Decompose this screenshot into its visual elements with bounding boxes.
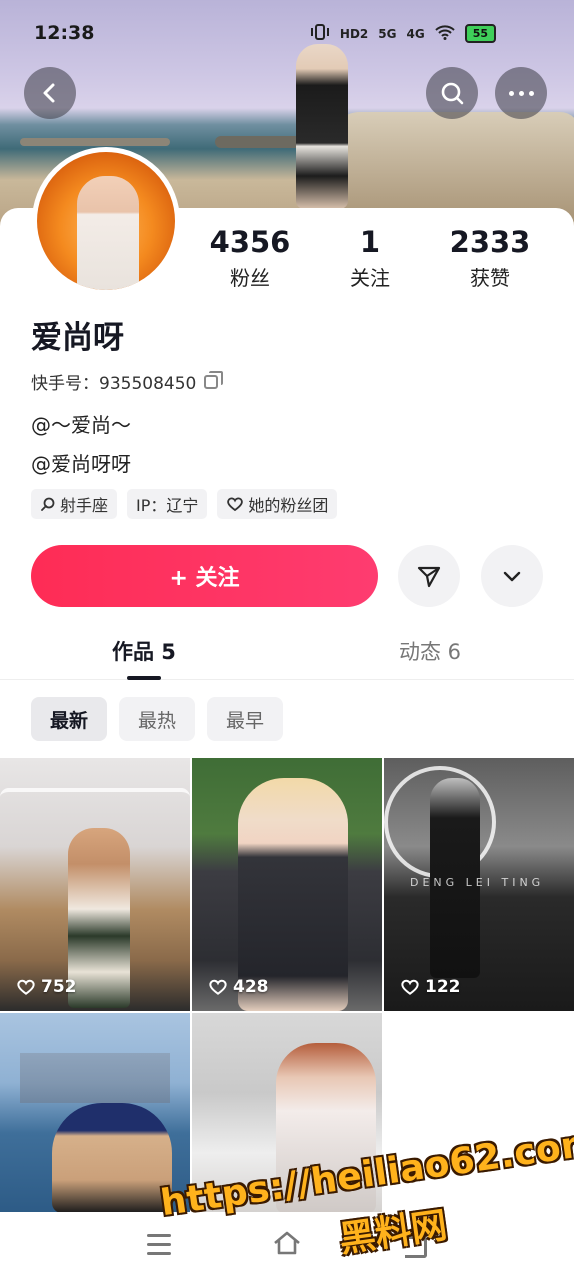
avatar-person bbox=[77, 176, 139, 290]
search-icon bbox=[441, 82, 464, 105]
like-count: 428 bbox=[208, 977, 269, 997]
signal-5g-indicator: 5G bbox=[378, 26, 397, 41]
send-icon bbox=[417, 566, 441, 588]
stat-value: 1 bbox=[359, 225, 381, 259]
content-tabs: 作品 5 动态 6 bbox=[0, 630, 574, 680]
banner-rock bbox=[330, 112, 574, 222]
back-button[interactable] bbox=[24, 67, 76, 119]
stat-followers[interactable]: 4356 粉丝 bbox=[190, 225, 310, 291]
tab-moments[interactable]: 动态 6 bbox=[399, 636, 461, 666]
avatar[interactable] bbox=[32, 147, 180, 295]
status-icons: HD2 5G 4G 55 bbox=[310, 24, 496, 43]
follow-button[interactable]: + 关注 bbox=[31, 545, 378, 607]
message-button[interactable] bbox=[398, 545, 460, 607]
thumb-detail bbox=[20, 1053, 170, 1103]
like-value: 428 bbox=[233, 977, 269, 997]
status-bar: 12:38 HD2 5G 4G 55 bbox=[0, 0, 574, 64]
bio-line[interactable]: @～爱尚～ bbox=[31, 409, 131, 438]
tag-fan-club[interactable]: 她的粉丝团 bbox=[217, 489, 338, 519]
battery-indicator: 55 bbox=[464, 24, 496, 43]
stat-following[interactable]: 1 关注 bbox=[310, 225, 430, 291]
thumb-detail bbox=[0, 788, 190, 806]
tag-label: IP：辽宁 bbox=[136, 496, 199, 515]
expand-button[interactable] bbox=[481, 545, 543, 607]
heart-icon bbox=[401, 979, 419, 995]
stat-label: 关注 bbox=[350, 266, 390, 290]
heart-icon bbox=[17, 979, 35, 995]
more-options-button[interactable] bbox=[495, 67, 547, 119]
search-tag-icon bbox=[41, 497, 55, 511]
like-count: 122 bbox=[400, 977, 461, 997]
thumb-figure bbox=[68, 828, 130, 1008]
filter-hottest[interactable]: 最热 bbox=[119, 697, 196, 741]
wifi-icon bbox=[434, 24, 455, 43]
signal-4g-indicator: 4G bbox=[406, 26, 425, 41]
profile-tags: 射手座 IP：辽宁 她的粉丝团 bbox=[31, 489, 338, 519]
account-id-row[interactable]: 快手号：935508450 bbox=[31, 369, 224, 394]
like-count: 752 bbox=[16, 977, 77, 997]
banner-rock bbox=[20, 138, 170, 146]
tag-label: 射手座 bbox=[60, 496, 109, 515]
stat-likes[interactable]: 2333 获赞 bbox=[430, 225, 550, 291]
video-thumbnail[interactable]: 428 bbox=[192, 758, 382, 1011]
stat-label: 粉丝 bbox=[230, 266, 270, 290]
tag-label: 她的粉丝团 bbox=[248, 496, 329, 515]
profile-stats: 4356 粉丝 1 关注 2333 获赞 bbox=[190, 225, 550, 291]
follow-label: + 关注 bbox=[169, 566, 240, 591]
account-id-label: 快手号： bbox=[31, 374, 99, 394]
tag-zodiac: 射手座 bbox=[31, 489, 118, 519]
active-tab-indicator bbox=[127, 676, 161, 680]
heart-icon bbox=[209, 979, 227, 995]
stat-value: 4356 bbox=[209, 225, 291, 259]
status-time: 12:38 bbox=[34, 22, 95, 44]
profile-name: 爱尚呀 bbox=[31, 320, 124, 356]
like-value: 752 bbox=[41, 977, 77, 997]
filter-oldest[interactable]: 最早 bbox=[207, 697, 284, 741]
chevron-down-icon bbox=[503, 571, 521, 582]
video-watermark: DENG LEI TING bbox=[410, 876, 545, 889]
heart-outline-icon bbox=[227, 497, 244, 512]
stat-value: 2333 bbox=[449, 225, 531, 259]
search-button[interactable] bbox=[426, 67, 478, 119]
account-id: 935508450 bbox=[99, 374, 197, 394]
sort-filters: 最新 最热 最早 bbox=[31, 697, 284, 741]
banner-figure bbox=[296, 44, 348, 209]
stat-label: 获赞 bbox=[470, 266, 510, 290]
bio-line[interactable]: @爱尚呀呀 bbox=[31, 448, 131, 477]
tab-works[interactable]: 作品 5 bbox=[112, 636, 176, 666]
hd-indicator: HD2 bbox=[339, 26, 369, 41]
tag-ip-location: IP：辽宁 bbox=[127, 489, 208, 519]
vibrate-icon bbox=[310, 24, 330, 43]
filter-newest[interactable]: 最新 bbox=[31, 697, 108, 741]
more-icon bbox=[508, 90, 534, 96]
copy-icon[interactable] bbox=[204, 370, 224, 389]
chevron-left-icon bbox=[43, 83, 55, 103]
like-value: 122 bbox=[425, 977, 461, 997]
video-thumbnail[interactable]: 752 bbox=[0, 758, 190, 1011]
banner-rock bbox=[215, 136, 305, 148]
